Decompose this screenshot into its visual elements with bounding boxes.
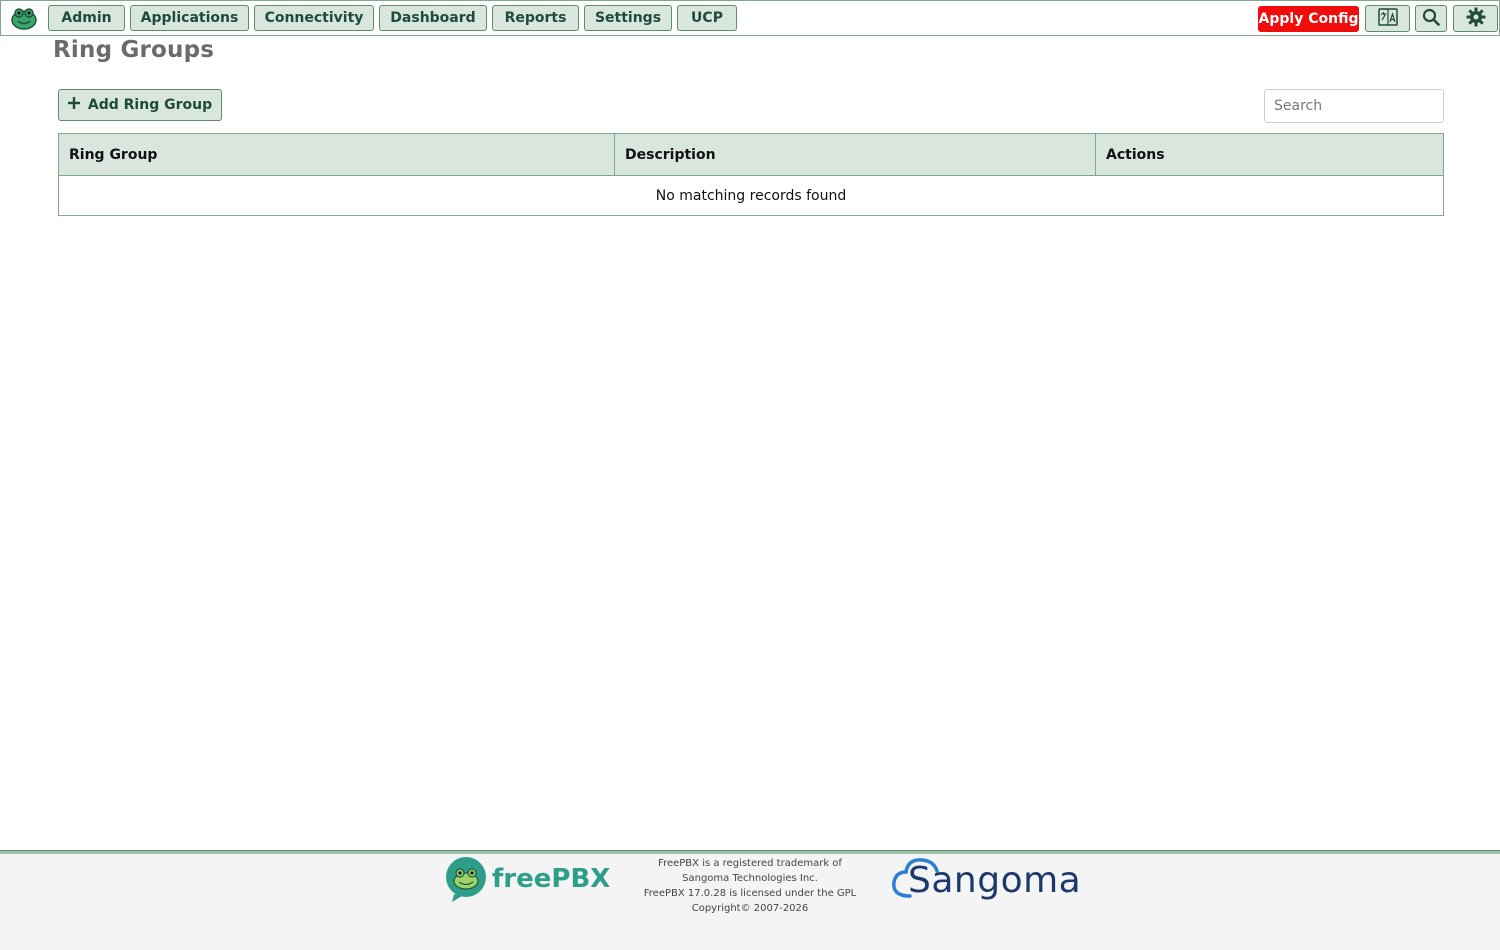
freepbx-logo[interactable]: freePBX xyxy=(444,856,610,902)
plus-icon xyxy=(67,97,80,113)
ring-groups-table: Ring Group Description Actions No matchi… xyxy=(58,133,1444,216)
search-button[interactable] xyxy=(1415,5,1447,32)
search-input[interactable] xyxy=(1264,89,1444,123)
empty-message: No matching records found xyxy=(58,175,1444,216)
sangoma-logo[interactable]: Sangoma xyxy=(890,856,1081,908)
top-navbar: Admin Applications Connectivity Dashboar… xyxy=(0,0,1500,36)
nav-reports[interactable]: Reports xyxy=(492,5,579,31)
freepbx-logo-text: freePBX xyxy=(492,864,611,894)
translate-icon xyxy=(1377,7,1398,30)
settings-button[interactable] xyxy=(1453,5,1498,32)
legal-line: FreePBX 17.0.28 is licensed under the GP… xyxy=(643,888,857,899)
sangoma-logo-text: Sangoma xyxy=(908,860,1082,901)
nav-settings[interactable]: Settings xyxy=(584,5,672,31)
add-ring-group-button[interactable]: Add Ring Group xyxy=(58,89,222,121)
nav-ucp[interactable]: UCP xyxy=(677,5,737,31)
add-ring-group-label: Add Ring Group xyxy=(87,97,213,113)
legal-text: FreePBX is a registered trademark of San… xyxy=(600,856,900,916)
table-row: No matching records found xyxy=(58,175,1444,216)
freepbx-frog-icon[interactable] xyxy=(9,5,39,31)
column-header-description[interactable]: Description xyxy=(614,133,1096,176)
gear-icon xyxy=(1466,7,1486,31)
legal-line: FreePBX is a registered trademark of xyxy=(658,858,842,869)
apply-config-button[interactable]: Apply Config xyxy=(1258,6,1359,32)
column-header-ring-group[interactable]: Ring Group xyxy=(58,133,615,176)
legal-line: Copyright© 2007-2026 xyxy=(691,903,809,914)
column-header-actions: Actions xyxy=(1095,133,1444,176)
freepbx-frog-logo-icon xyxy=(446,857,486,902)
nav-applications[interactable]: Applications xyxy=(130,5,249,31)
legal-line: Sangoma Technologies Inc. xyxy=(682,873,818,884)
language-button[interactable] xyxy=(1365,5,1410,32)
search-icon xyxy=(1422,8,1440,30)
nav-dashboard[interactable]: Dashboard xyxy=(379,5,487,31)
nav-connectivity[interactable]: Connectivity xyxy=(254,5,374,31)
page-title: Ring Groups xyxy=(53,37,215,63)
nav-admin[interactable]: Admin xyxy=(48,5,125,31)
